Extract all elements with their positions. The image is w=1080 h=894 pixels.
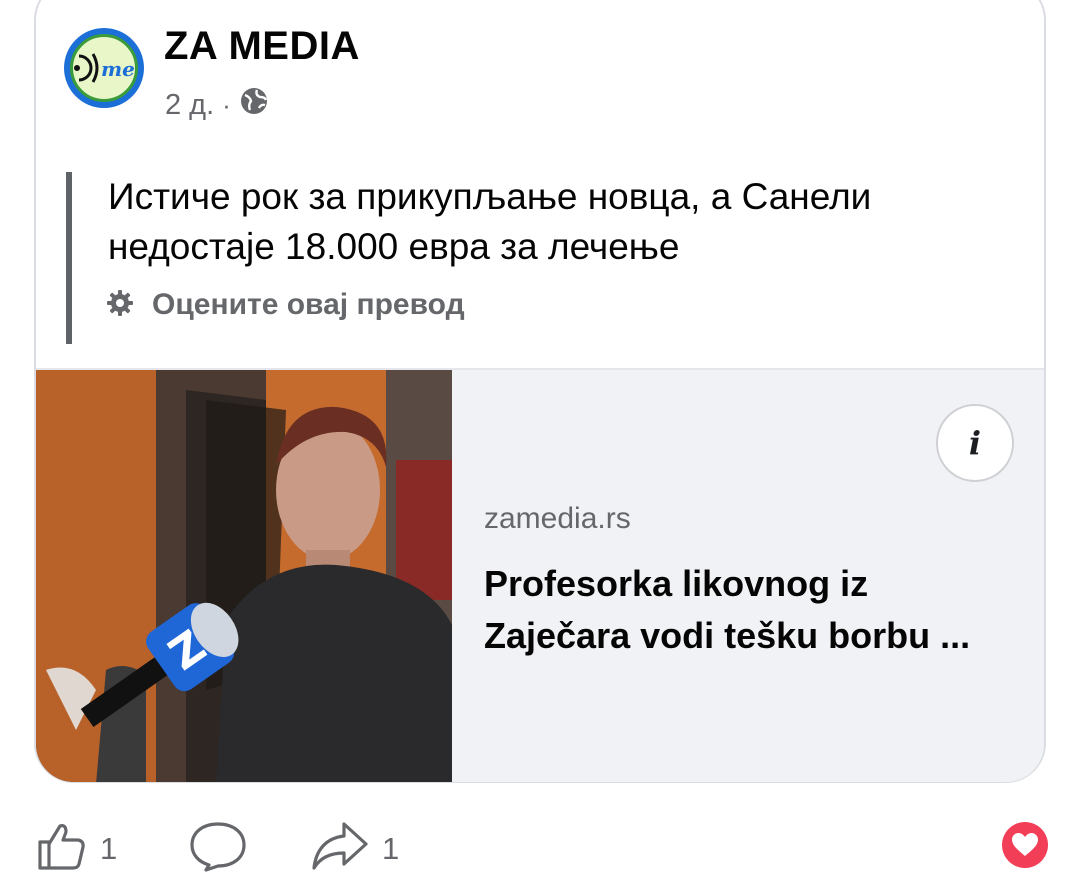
za-media-logo: me <box>70 34 138 102</box>
share-icon <box>310 820 370 877</box>
link-domain: zamedia.rs <box>484 502 631 535</box>
meta-separator: · <box>222 89 231 120</box>
svg-text:me: me <box>101 57 135 81</box>
comment-button[interactable] <box>188 820 248 877</box>
globe-icon <box>239 86 269 124</box>
gear-icon <box>106 289 134 322</box>
link-headline[interactable]: Profesorka likovnog iz Zaječara vodi teš… <box>484 558 1014 662</box>
link-thumbnail[interactable]: Z <box>36 370 452 782</box>
link-preview[interactable]: Z i zamedia.rs Profesorka likovnog iz Za… <box>36 368 1044 782</box>
rate-translation[interactable]: Оцените овај превод <box>106 288 465 322</box>
page-avatar[interactable]: me <box>64 28 144 108</box>
comment-icon <box>188 820 248 877</box>
post-text: Истиче рок за прикупљање новца, а Санели… <box>108 176 872 267</box>
share-count: 1 <box>382 830 400 866</box>
quote-bar <box>66 172 72 344</box>
page-name[interactable]: ZA MEDIA <box>164 24 360 69</box>
like-count: 1 <box>100 830 118 866</box>
post-actions: 1 1 <box>0 810 1080 890</box>
like-button[interactable]: 1 <box>36 820 117 877</box>
post-time[interactable]: 2 д. <box>165 89 214 122</box>
thumbs-up-icon <box>36 820 88 877</box>
post-meta: 2 д. · <box>165 86 269 124</box>
love-reaction-icon[interactable] <box>1002 822 1048 868</box>
share-button[interactable]: 1 <box>310 820 399 877</box>
rate-translation-label: Оцените овај превод <box>152 288 465 321</box>
info-button[interactable]: i <box>936 404 1014 482</box>
